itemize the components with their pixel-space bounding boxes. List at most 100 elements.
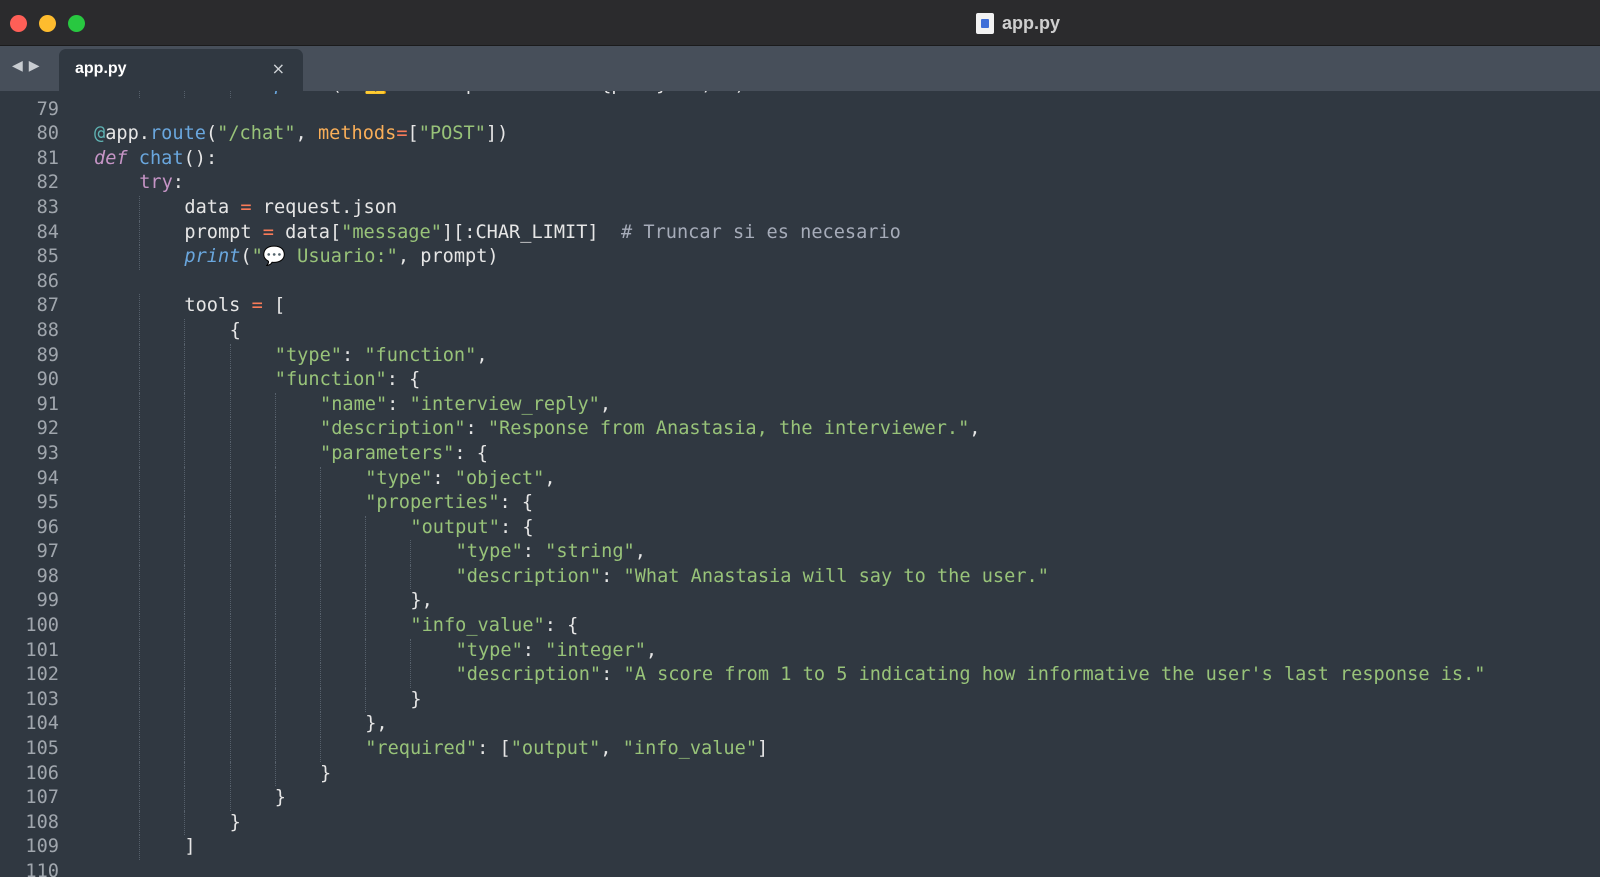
code-lines: 78print(f"⚠️ No se pudo borrar {path}: "… (0, 91, 1600, 877)
code-line[interactable]: 96 "output": { (0, 515, 1600, 541)
code-line[interactable]: 89 "type": "function", (0, 343, 1600, 369)
code-text: "type": "function", (275, 344, 488, 369)
line-number: 101 (25, 639, 59, 661)
code-line[interactable]: 91 "name": "interview_reply", (0, 392, 1600, 418)
code-token: : { (544, 615, 579, 637)
indent-guide (365, 589, 367, 615)
code-token: request.json (251, 196, 398, 218)
code-line[interactable]: 86 (0, 270, 1600, 295)
indent-guide (229, 466, 231, 492)
code-line[interactable]: 107} (0, 786, 1600, 811)
close-window-button[interactable] (10, 15, 27, 32)
indent-guide (139, 91, 141, 98)
line-number: 86 (36, 270, 59, 292)
indent-guide (320, 540, 321, 565)
code-token: "string" (545, 541, 635, 563)
code-token: "💬 Usuario:" (251, 246, 398, 268)
code-line[interactable]: 98 "description": "What Anastasia will sa… (0, 564, 1600, 590)
code-token: , (634, 541, 646, 563)
code-line[interactable]: 109] (0, 835, 1600, 860)
code-line[interactable]: 83 data = request.json (0, 195, 1600, 221)
indent-guide (274, 589, 276, 615)
code-line[interactable]: 90 "function": { (0, 368, 1600, 393)
code-token: : (432, 467, 455, 489)
code-line[interactable]: 106} (0, 761, 1600, 787)
code-line[interactable]: 79 (0, 98, 1600, 123)
code-line[interactable]: 105 "required": ["output", "info_value"] (0, 737, 1600, 762)
code-line[interactable]: 95 "properties": { (0, 491, 1600, 516)
indent-guide (139, 441, 141, 467)
code-token: } (274, 787, 286, 809)
indent-guide (320, 491, 321, 516)
indent-guide (320, 589, 321, 615)
code-line[interactable]: 94 "type": "object", (0, 466, 1600, 492)
forward-arrow-icon[interactable]: ▶ (29, 58, 40, 74)
code-token: "name" (320, 393, 388, 415)
code-line[interactable]: 85 print("💬 Usuario:", prompt) (0, 245, 1600, 270)
indent-guide (139, 786, 141, 811)
line-number: 84 (36, 221, 59, 243)
code-line[interactable]: 84 prompt = data["message"][:CHAR_LIMIT] … (0, 220, 1600, 246)
tab-app-py[interactable]: app.py × (59, 49, 303, 91)
code-line[interactable]: 110 (0, 860, 1600, 877)
indent-guide (320, 466, 321, 492)
code-line[interactable]: 93 "parameters": { (0, 441, 1600, 467)
code-line[interactable]: 87 tools = [ (0, 294, 1600, 319)
code-text: "name": "interview_reply", (320, 393, 611, 418)
code-token: "info_value" (622, 738, 758, 760)
indent-guide (139, 392, 141, 418)
indent-guide (229, 786, 231, 811)
indent-guide (184, 466, 186, 492)
tab-close-icon[interactable]: × (272, 59, 285, 78)
code-text: tools = [ (184, 294, 285, 319)
code-line[interactable]: 88 { (0, 318, 1600, 344)
code-token: "properties" (365, 492, 500, 514)
line-number: 88 (36, 319, 59, 341)
line-number: 103 (25, 688, 59, 710)
editor-window: app.py ◀ ▶ app.py × 78print(f"⚠️ No se p… (0, 0, 1600, 877)
indent-guide (410, 540, 412, 565)
code-token: : (387, 393, 410, 415)
code-text: "info_value": { (410, 614, 578, 639)
indent-guide (274, 540, 276, 565)
code-token: ( (205, 123, 218, 145)
minimize-window-button[interactable] (39, 15, 56, 32)
code-text: "type": "object", (365, 467, 555, 492)
line-number: 110 (25, 861, 59, 877)
code-token: "A score from 1 to 5 indicating how info… (623, 664, 1486, 686)
code-line[interactable]: 78 print(f"⚠️ No se pudo borrar {path}: "… (0, 91, 1600, 98)
code-line[interactable]: 104}, (0, 712, 1600, 738)
line-number: 79 (36, 98, 59, 120)
indent-guide (410, 564, 412, 590)
code-line[interactable]: 81 def chat(): (0, 147, 1600, 172)
code-line[interactable]: 103} (0, 687, 1600, 713)
indent-guide (274, 441, 276, 467)
code-token: ( (240, 246, 252, 268)
indent-guide (274, 663, 276, 688)
code-line[interactable]: 80 @app.route("/chat", methods=["POST"]) (0, 122, 1600, 147)
code-line[interactable]: 108} (0, 810, 1600, 836)
code-text: "type": "integer", (456, 639, 658, 664)
code-token: "required" (365, 738, 478, 760)
maximize-window-button[interactable] (68, 15, 85, 32)
code-line[interactable]: 102 "description": "A score from 1 to 5 i… (0, 663, 1600, 688)
code-token: = (262, 221, 274, 243)
line-number: 107 (25, 787, 59, 809)
line-number: 102 (25, 664, 59, 686)
code-line[interactable]: 99}, (0, 589, 1600, 615)
line-number: 85 (36, 246, 59, 268)
code-token: [ (407, 123, 419, 145)
code-token: ]) (485, 123, 509, 145)
code-line[interactable]: 92 "description": "Response from Anastasi… (0, 417, 1600, 442)
code-line[interactable]: 100 "info_value": { (0, 614, 1600, 639)
indent-guide (184, 91, 186, 98)
indent-guide (139, 368, 141, 393)
indent-guide (184, 712, 186, 738)
code-line[interactable]: 97 "type": "string", (0, 540, 1600, 565)
code-line[interactable]: 101 "type": "integer", (0, 638, 1600, 664)
code-line[interactable]: 82 try: (0, 171, 1600, 196)
back-arrow-icon[interactable]: ◀ (12, 58, 23, 74)
code-editor[interactable]: 78print(f"⚠️ No se pudo borrar {path}: "… (0, 91, 1600, 877)
indent-guide (139, 687, 141, 713)
